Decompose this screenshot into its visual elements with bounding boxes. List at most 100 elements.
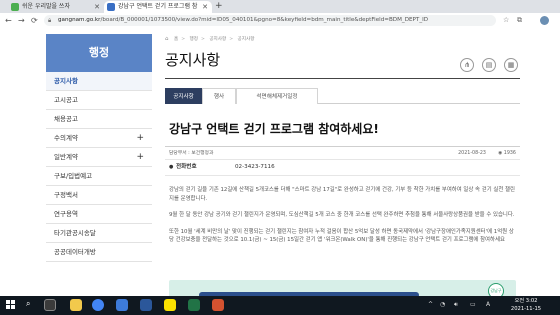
tab-events[interactable]: 행사 bbox=[202, 88, 236, 104]
bullet-icon: ● bbox=[169, 164, 174, 170]
breadcrumb-item[interactable]: 행정 bbox=[190, 37, 198, 42]
chrome-icon[interactable] bbox=[92, 299, 104, 311]
print-icon[interactable]: ▤ bbox=[482, 58, 496, 72]
sidebar-item-label: 타기관공시송달 bbox=[54, 229, 96, 237]
tab-strip: 쉬운 우리말을 쓰자 ✕ 강남구 언택트 걷기 프로그램 참 ✕ + bbox=[0, 0, 560, 13]
post-meta: 담당부서 : 보건행정과 2021-08-23 ◉ 1936 bbox=[165, 146, 520, 160]
task-view-icon[interactable] bbox=[44, 299, 56, 311]
file-explorer-icon[interactable] bbox=[70, 299, 82, 311]
network-icon[interactable]: ◔ bbox=[440, 299, 445, 311]
kakaotalk-icon[interactable] bbox=[164, 299, 176, 311]
body-paragraph: 강남의 걷기 길을 기존 12길에 산책길 5개코스를 더해 "스마트 강남 1… bbox=[169, 187, 515, 202]
extensions-icon[interactable]: ⧉ bbox=[517, 15, 522, 26]
breadcrumb-item[interactable]: 공지사항 bbox=[238, 37, 255, 42]
phone-label: 전화번호 bbox=[176, 164, 197, 170]
sidebar-item-open-data[interactable]: 공공데이터개방 bbox=[46, 243, 152, 262]
system-clock[interactable]: 오전 3:02 2021-11-15 bbox=[506, 297, 546, 313]
phone-row: ● 전화번호 02-3423-7116 bbox=[165, 160, 520, 176]
close-icon[interactable]: ✕ bbox=[94, 1, 100, 13]
sidebar-item-notice[interactable]: 공지사항 bbox=[46, 72, 152, 91]
profile-avatar[interactable] bbox=[540, 16, 549, 25]
promo-banner-image: 강남구 bbox=[169, 280, 516, 296]
clock-time: 오전 3:02 bbox=[514, 298, 538, 304]
view-count: ◉ 1936 bbox=[498, 147, 516, 160]
search-icon[interactable]: ⌕ bbox=[26, 299, 30, 309]
body-paragraph: 또한 10월 '세계 비만의 날' 맞이 진행되는 걷기 챌린지는 참여자 누적… bbox=[169, 228, 514, 244]
home-icon[interactable]: ⌂ bbox=[165, 36, 169, 42]
powerpoint-icon[interactable] bbox=[212, 299, 224, 311]
page-title: 공지사항 bbox=[165, 51, 221, 69]
windows-start-icon[interactable] bbox=[6, 300, 16, 310]
input-language[interactable]: A bbox=[486, 299, 490, 311]
tab-notice[interactable]: 공지사항 bbox=[165, 88, 202, 104]
view-count-value: 1936 bbox=[503, 151, 516, 156]
windows-taskbar: ⌕ ^ ◔ 🔊︎ ▭ A 오전 3:02 2021-11-15 bbox=[0, 296, 560, 315]
sidebar-item-recruit[interactable]: 채용공고 bbox=[46, 110, 152, 129]
reload-button[interactable]: ⟳ bbox=[31, 15, 38, 26]
address-bar[interactable]: 🔒︎ gangnam.go.kr/board/B_000001/1073500/… bbox=[44, 15, 496, 26]
banner-badge: 강남구 bbox=[488, 283, 504, 296]
sidebar-item-label: 구정백서 bbox=[54, 191, 78, 199]
post-body: 강남의 걷기 길을 기존 12길에 산책길 5개코스를 더해 "스마트 강남 1… bbox=[169, 186, 516, 253]
sidebar-item-research[interactable]: 연구용역 bbox=[46, 205, 152, 224]
breadcrumb-item[interactable]: 공지사항 bbox=[209, 37, 226, 42]
main-content: ⌂ 홈 > 행정 > 공지사항 > 공지사항 공지사항 ⋔ ▤ ▦ 공지사항 행사 석… bbox=[165, 34, 520, 296]
back-button[interactable]: ← bbox=[5, 15, 12, 26]
forward-button[interactable]: → bbox=[18, 15, 25, 26]
favicon bbox=[11, 3, 19, 11]
breadcrumb-separator: > bbox=[229, 37, 234, 42]
browser-tab-2[interactable]: 강남구 언택트 걷기 프로그램 참 ✕ bbox=[104, 1, 212, 13]
sidebar-title: 행정 bbox=[46, 34, 152, 72]
page-actions: ⋔ ▤ ▦ bbox=[460, 58, 520, 74]
web-page: 행정 공지사항 고시공고 채용공고 수의계약 + 일반계약 + 구보/입법예고 구정… bbox=[0, 28, 560, 296]
plus-icon[interactable]: + bbox=[136, 148, 144, 166]
breadcrumb: ⌂ 홈 > 행정 > 공지사항 > 공지사항 bbox=[165, 34, 520, 44]
sidebar-item-label: 연구용역 bbox=[54, 210, 78, 218]
url-host: gangnam.go.kr bbox=[58, 17, 101, 23]
breadcrumb-separator: > bbox=[181, 37, 186, 42]
tray-expand-icon[interactable]: ^ bbox=[428, 299, 433, 311]
post-title: 강남구 언택트 걷기 프로그램 참여하세요! bbox=[169, 122, 379, 136]
clock-date: 2021-11-15 bbox=[510, 306, 542, 312]
body-paragraph: 9월 한 달 동안 강남 공기와 걷기 챌린지가 운영되며, 도심산책길 5개 … bbox=[169, 212, 515, 218]
sidebar-item-service[interactable]: 타기관공시송달 bbox=[46, 224, 152, 243]
sidebar-item-label: 채용공고 bbox=[54, 115, 78, 123]
favicon bbox=[107, 3, 115, 11]
browser-chrome: 쉬운 우리말을 쓰자 ✕ 강남구 언택트 걷기 프로그램 참 ✕ + ← → ⟳… bbox=[0, 0, 560, 28]
lock-icon: 🔒︎ bbox=[48, 17, 52, 24]
sidebar-item-label: 공지사항 bbox=[54, 77, 78, 85]
tab-asbestos[interactable]: 석면해체제거일정 bbox=[236, 88, 318, 104]
bookmark-star-icon[interactable]: ☆ bbox=[503, 15, 509, 26]
app-icon[interactable] bbox=[116, 299, 128, 311]
battery-icon[interactable]: ▭ bbox=[470, 299, 476, 311]
plus-icon[interactable]: + bbox=[136, 129, 144, 147]
sidebar-item-whitepaper[interactable]: 구정백서 bbox=[46, 186, 152, 205]
new-tab-button[interactable]: + bbox=[215, 1, 223, 12]
sidebar-item-label: 수의계약 bbox=[54, 134, 78, 142]
browser-tab-1[interactable]: 쉬운 우리말을 쓰자 ✕ bbox=[8, 1, 104, 13]
post-date: 2021-08-23 bbox=[458, 151, 486, 156]
tab-label: 강남구 언택트 걷기 프로그램 참 bbox=[118, 3, 198, 10]
grid-menu-icon[interactable]: ▦ bbox=[504, 58, 518, 72]
sidebar-item-private-contract[interactable]: 수의계약 + bbox=[46, 129, 152, 148]
sidebar-item-announcement[interactable]: 고시공고 bbox=[46, 91, 152, 110]
sidebar-item-gazette[interactable]: 구보/입법예고 bbox=[46, 167, 152, 186]
sidebar-item-label: 일반계약 bbox=[54, 153, 78, 161]
sidebar-item-label: 고시공고 bbox=[54, 96, 78, 104]
content-tabs: 공지사항 행사 석면해체제거일정 bbox=[165, 88, 520, 104]
volume-icon[interactable]: 🔊︎ bbox=[454, 299, 458, 311]
sidebar-item-general-contract[interactable]: 일반계약 + bbox=[46, 148, 152, 167]
title-divider bbox=[165, 78, 520, 79]
browser-toolbar: ← → ⟳ 🔒︎ gangnam.go.kr/board/B_000001/10… bbox=[0, 13, 560, 28]
word-icon[interactable] bbox=[140, 299, 152, 311]
share-icon[interactable]: ⋔ bbox=[460, 58, 474, 72]
close-icon[interactable]: ✕ bbox=[202, 1, 208, 13]
excel-icon[interactable] bbox=[188, 299, 200, 311]
url-path: /board/B_000001/1073500/view.do?mid=ID05… bbox=[100, 17, 429, 23]
department: 담당부서 : 보건행정과 bbox=[169, 151, 214, 156]
sidebar-item-label: 구보/입법예고 bbox=[54, 172, 93, 180]
tab-label: 쉬운 우리말을 쓰자 bbox=[22, 3, 70, 10]
breadcrumb-separator: > bbox=[200, 37, 205, 42]
sidebar-item-label: 공공데이터개방 bbox=[54, 248, 96, 256]
breadcrumb-item[interactable]: 홈 bbox=[174, 37, 178, 42]
